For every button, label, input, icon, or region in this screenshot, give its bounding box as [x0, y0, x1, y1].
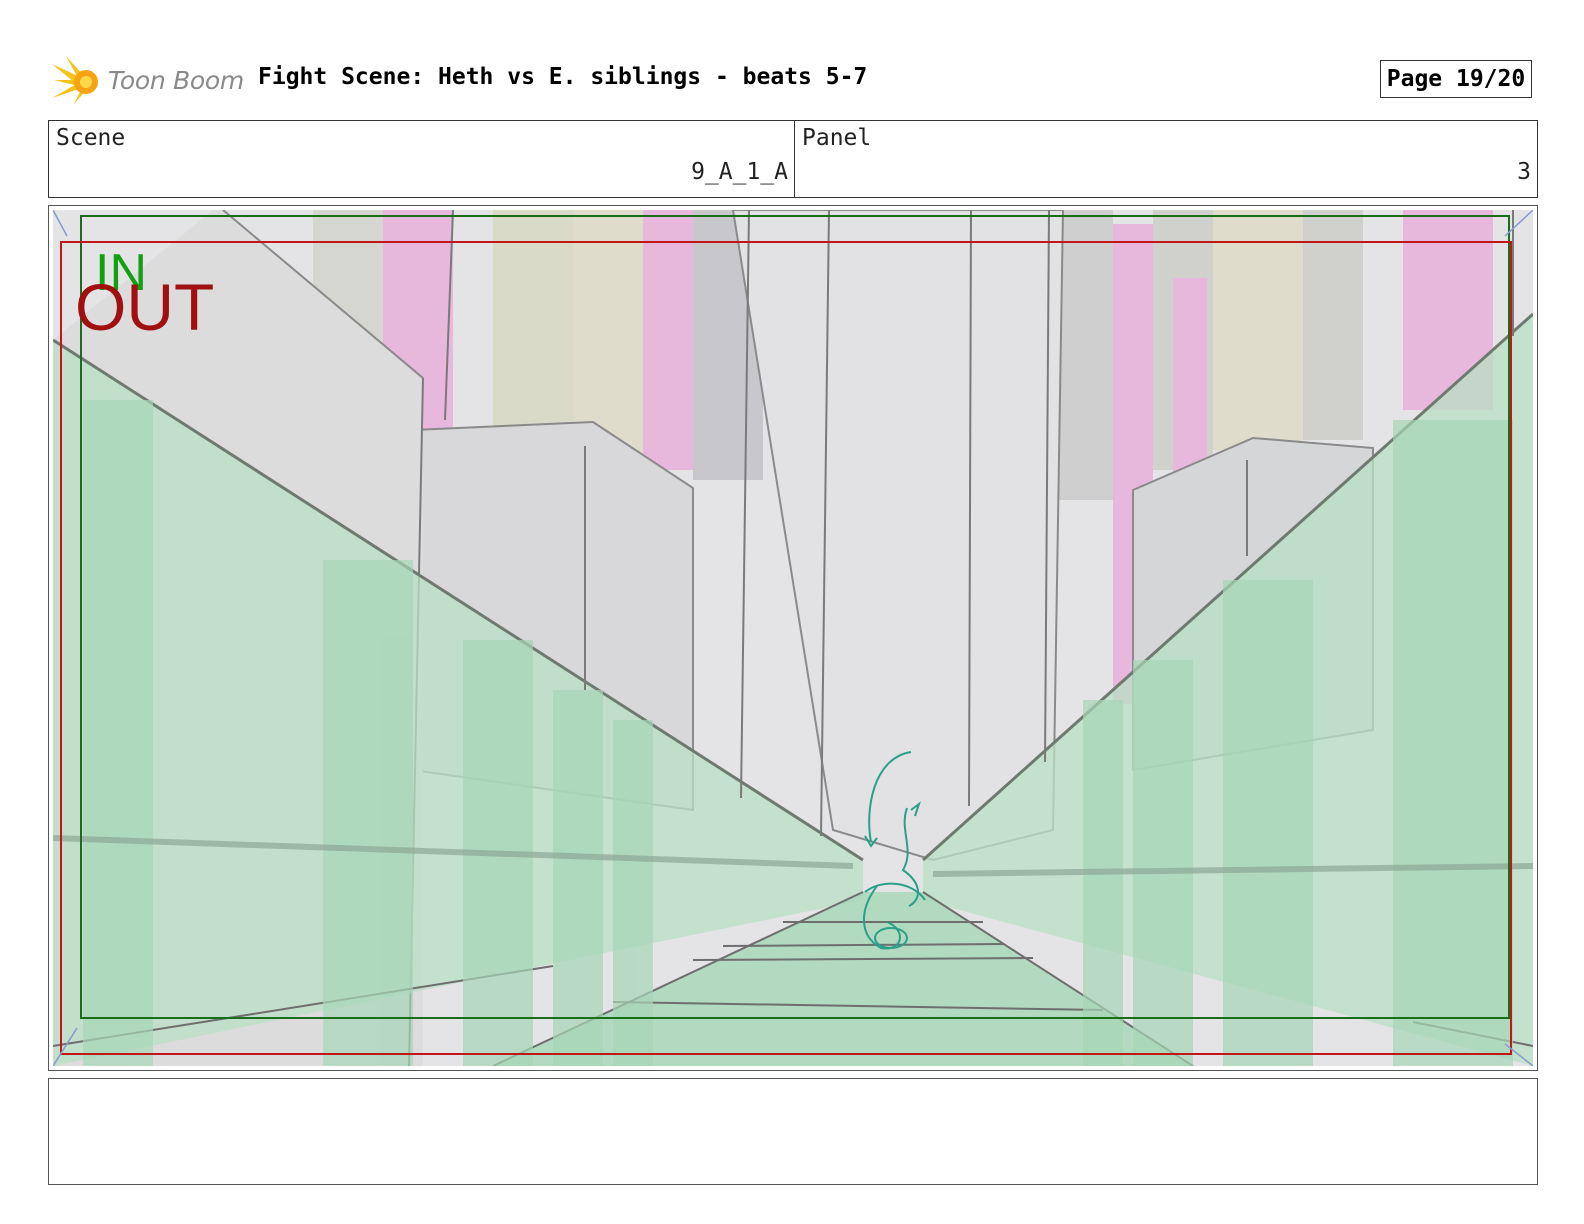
scene-value: 9_A_1_A — [691, 159, 788, 185]
out-marker: OUT — [75, 270, 214, 344]
panel-notes — [48, 1078, 1538, 1185]
panel-frame: IN OUT — [48, 205, 1538, 1071]
header: Toon Boom Fight Scene: Heth vs E. siblin… — [48, 52, 1538, 104]
storyboard-title: Fight Scene: Heth vs E. siblings - beats… — [258, 64, 868, 90]
panel-artwork: IN OUT — [53, 210, 1533, 1066]
panel-value: 3 — [1517, 159, 1531, 185]
logo-text: Toon Boom — [108, 66, 244, 95]
scene-panel-info: Scene 9_A_1_A Panel 3 — [48, 120, 1538, 198]
panel-label: Panel — [802, 125, 872, 151]
scene-label: Scene — [56, 125, 126, 151]
page-number: Page 19/20 — [1380, 60, 1532, 98]
panel-cell: Panel 3 — [795, 121, 1537, 197]
toon-boom-logo: Toon Boom — [52, 54, 244, 106]
starburst-icon — [52, 56, 98, 104]
scene-cell: Scene 9_A_1_A — [49, 121, 795, 197]
